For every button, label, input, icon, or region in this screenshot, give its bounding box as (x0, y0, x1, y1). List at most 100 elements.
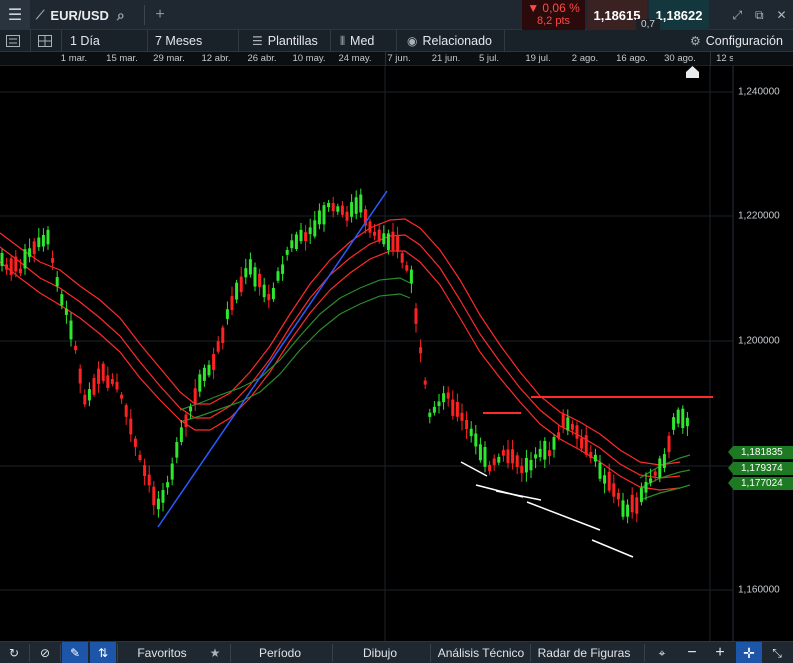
candle-body (672, 417, 676, 430)
range-selector[interactable]: 7 Meses (155, 30, 202, 52)
settings-label: Configuración (705, 34, 783, 48)
candle-body (419, 347, 423, 354)
date-tick: 19 jul. (525, 53, 551, 64)
close-icon[interactable]: ✕ (776, 8, 786, 22)
date-tick: 12 abr. (201, 53, 231, 64)
candle-body (308, 227, 312, 235)
fullscreen-icon[interactable]: ⤡ (764, 642, 790, 663)
indicator-value-tag: 1,181835 (728, 446, 793, 459)
candle-body (281, 264, 285, 274)
grid (0, 66, 733, 641)
candle-body (83, 394, 87, 405)
candle-body (676, 409, 680, 424)
popout-icon[interactable]: ⧉ (755, 8, 764, 23)
candle-body (166, 482, 170, 488)
divider (396, 30, 397, 52)
candle-body (313, 220, 317, 237)
divider (430, 644, 431, 662)
magnet-icon[interactable]: ⇅ (90, 642, 116, 663)
candle-body (78, 368, 82, 384)
ascending-trendline[interactable] (157, 190, 388, 528)
bottom-toolbar: ↻ ⊘ ✎ ⇅ Favoritos ★ Período Dibujo Análi… (0, 641, 793, 663)
candle-body (216, 341, 220, 352)
candle-body (55, 277, 59, 287)
templates-label: Plantillas (267, 34, 318, 48)
candle-body (593, 454, 597, 462)
indicator-value-tag: 1,177024 (728, 477, 793, 490)
candle-body (239, 276, 243, 293)
interval-selector[interactable]: 1 Día (70, 30, 100, 52)
refresh-icon[interactable]: ↻ (0, 642, 28, 663)
pattern-radar-button[interactable]: Radar de Figuras (534, 642, 634, 663)
candle-body (327, 202, 331, 208)
candle-body (267, 293, 271, 301)
candle-body (446, 392, 450, 399)
settings-button[interactable]: ⚙ Configuración (690, 30, 783, 52)
price-type-selector[interactable]: ⫴ Med (340, 30, 374, 52)
candle-body (511, 449, 515, 464)
candle-body (221, 327, 225, 344)
candle-body (212, 354, 216, 370)
date-tick: 30 ago. (664, 53, 696, 64)
drawing-button[interactable]: Dibujo (340, 642, 420, 663)
pencil-icon[interactable]: ✎ (62, 642, 88, 663)
candle-body (373, 231, 377, 236)
candle-body (469, 428, 473, 437)
candle-body (147, 474, 151, 486)
chart-canvas[interactable] (0, 66, 793, 641)
divider (230, 644, 231, 662)
candle-body (437, 401, 441, 406)
price-chart[interactable]: 1,240000 1,220000 1,200000 1,160000 1,18… (0, 66, 793, 641)
date-tick: 2 ago. (571, 53, 599, 64)
candle-body (584, 435, 588, 455)
layout-grid-icon[interactable] (38, 30, 52, 52)
candle-body (667, 435, 671, 453)
related-label: Relacionado (422, 34, 492, 48)
candle-body (405, 265, 409, 271)
candle-body (124, 405, 128, 417)
cursor-cross-icon[interactable]: ✛ (736, 642, 762, 663)
technical-analysis-button[interactable]: Análisis Técnico (436, 642, 526, 663)
expand-icon[interactable]: ⤢ (732, 8, 742, 23)
favorites-button[interactable]: Favoritos (128, 642, 196, 663)
candle-body (557, 432, 561, 439)
indicator-value-tag: 1,179374 (728, 462, 793, 475)
candle-body (566, 417, 570, 431)
candle-body (460, 412, 464, 421)
menu-icon[interactable]: ☰ (0, 0, 30, 30)
symbol-selector[interactable]: ⟋ EUR/USD ⌕ (36, 0, 125, 30)
divider (644, 644, 645, 662)
date-tick: 16 ago. (616, 53, 648, 64)
candle-body (478, 444, 482, 461)
related-button[interactable]: ◉ Relacionado (407, 30, 492, 52)
candle-body (345, 211, 349, 221)
candle-body (253, 267, 257, 287)
price-tick: 1,220000 (738, 210, 780, 222)
period-button[interactable]: Período (240, 642, 320, 663)
candle-body (322, 205, 326, 225)
candle-body (175, 442, 179, 458)
candle-body (635, 497, 639, 514)
zoom-out-icon[interactable]: − (680, 642, 704, 663)
candle-body (143, 465, 147, 477)
support-lines[interactable] (460, 461, 634, 558)
zoom-in-icon[interactable]: + (708, 642, 732, 663)
search-icon[interactable]: ⌕ (117, 7, 125, 24)
candle-body (561, 413, 565, 428)
line-chart-icon: ⟋ (36, 7, 45, 22)
change-percent: ▼ 0,06 % (527, 1, 580, 15)
candle-body (235, 282, 239, 300)
star-icon[interactable]: ★ (204, 642, 226, 663)
list-icon[interactable] (6, 30, 20, 52)
candle-body (649, 478, 653, 483)
candle-body (276, 271, 280, 281)
no-entry-icon[interactable]: ⊘ (31, 642, 59, 663)
candle-body (575, 425, 579, 439)
candle-body (616, 492, 620, 500)
candle-body (488, 464, 492, 472)
plus-icon[interactable]: + (150, 0, 170, 30)
candle-body (538, 448, 542, 458)
candle-body (630, 494, 634, 513)
templates-button[interactable]: ☰ Plantillas (252, 30, 318, 52)
crosshair-icon[interactable]: ⌖ (650, 642, 674, 663)
